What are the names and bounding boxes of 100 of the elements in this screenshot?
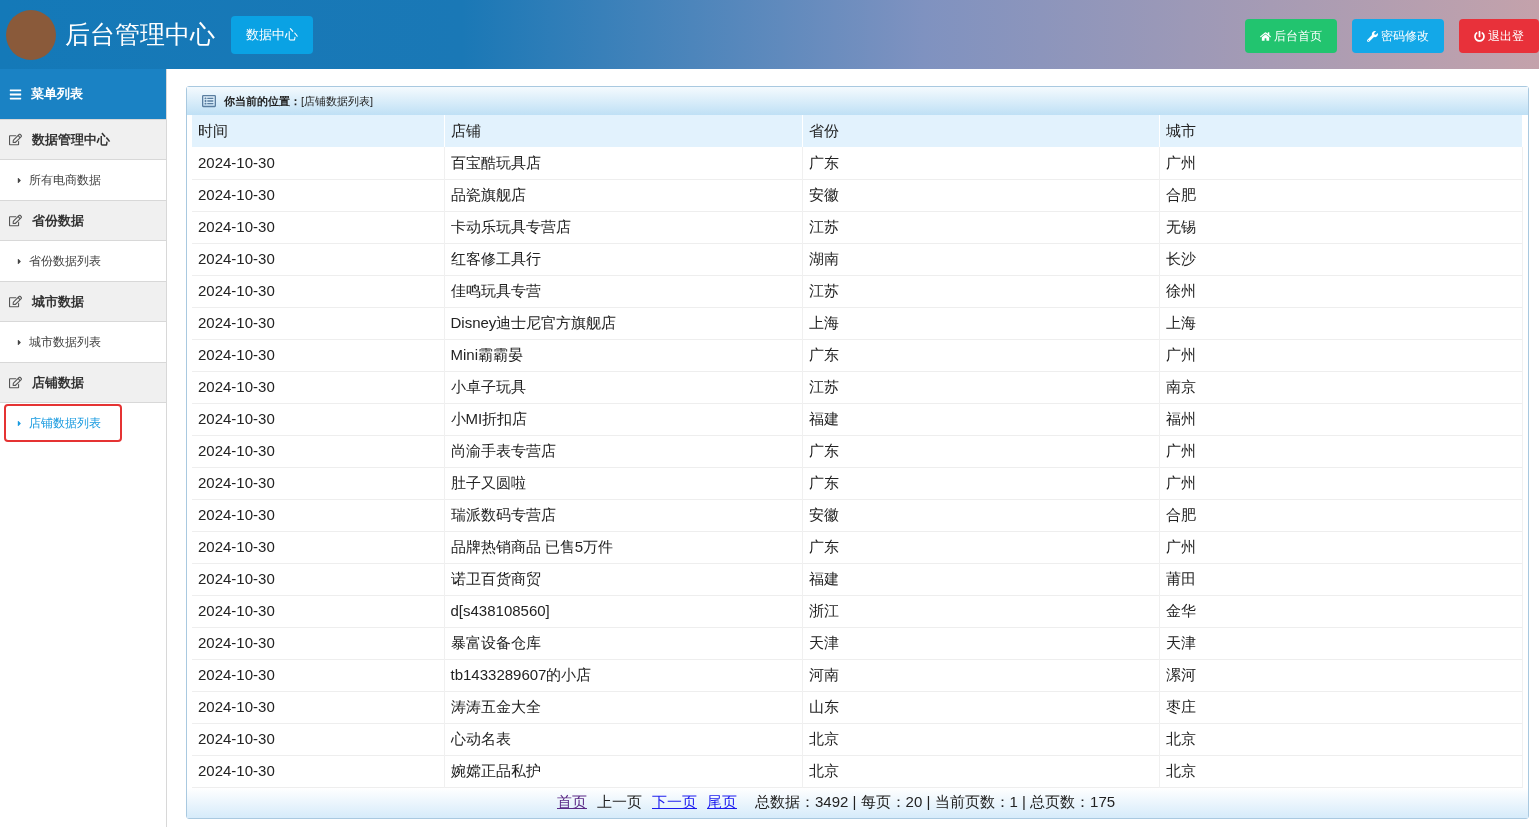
list-icon <box>202 94 216 108</box>
table-cell: 河南 <box>802 659 1159 691</box>
edit-icon <box>9 214 22 227</box>
table-cell: 2024-10-30 <box>192 307 444 339</box>
table-cell: 漯河 <box>1159 659 1523 691</box>
table-cell: 合肥 <box>1159 499 1523 531</box>
page-link[interactable]: 尾页 <box>707 791 737 814</box>
table-cell: 广州 <box>1159 147 1523 179</box>
table-cell: 小MI折扣店 <box>444 403 802 435</box>
caret-icon <box>15 337 24 347</box>
table-cell: 枣庄 <box>1159 691 1523 723</box>
edit-icon <box>9 295 22 308</box>
table-cell: 2024-10-30 <box>192 211 444 243</box>
page-link[interactable]: 上一页 <box>597 791 642 814</box>
table-cell: 肚子又圆啦 <box>444 467 802 499</box>
table-cell: 莆田 <box>1159 563 1523 595</box>
table-cell: 福州 <box>1159 403 1523 435</box>
table-cell: 2024-10-30 <box>192 179 444 211</box>
table-cell: 浙江 <box>802 595 1159 627</box>
menu-group[interactable]: 店铺数据 <box>0 362 166 403</box>
table-cell: 品瓷旗舰店 <box>444 179 802 211</box>
table-cell: 诺卫百货商贸 <box>444 563 802 595</box>
table-cell: 安徽 <box>802 179 1159 211</box>
caret-icon <box>15 175 24 185</box>
table-cell: 天津 <box>1159 627 1523 659</box>
page-summary: 总数据：3492 | 每页：20 | 当前页数：1 | 总页数：175 <box>755 792 1116 813</box>
table-cell: 2024-10-30 <box>192 563 444 595</box>
table-cell: 2024-10-30 <box>192 147 444 179</box>
column-header: 省份 <box>802 115 1159 147</box>
table-cell: 上海 <box>1159 307 1523 339</box>
table-cell: 上海 <box>802 307 1159 339</box>
table-cell: 广东 <box>802 531 1159 563</box>
table-cell: 暴富设备仓库 <box>444 627 802 659</box>
menu-group[interactable]: 城市数据 <box>0 281 166 322</box>
table-cell: 婉嫦正品私护 <box>444 755 802 787</box>
table-cell: 百宝酷玩具店 <box>444 147 802 179</box>
table-cell: 瑞派数码专营店 <box>444 499 802 531</box>
breadcrumb: 你当前的位置： <box>224 93 301 109</box>
table-cell: 2024-10-30 <box>192 467 444 499</box>
table-cell: 广东 <box>802 435 1159 467</box>
menu-item[interactable]: 省份数据列表 <box>4 242 122 280</box>
table-cell: 湖南 <box>802 243 1159 275</box>
logout-button[interactable]: 退出登 <box>1459 19 1539 53</box>
caret-icon <box>15 256 24 266</box>
caret-icon <box>15 418 24 428</box>
table-cell: 2024-10-30 <box>192 435 444 467</box>
table-cell: 广东 <box>802 467 1159 499</box>
table-cell: 小卓子玩具 <box>444 371 802 403</box>
table-cell: 涛涛五金大全 <box>444 691 802 723</box>
column-header: 城市 <box>1159 115 1523 147</box>
table-cell: 山东 <box>802 691 1159 723</box>
app-title: 后台管理中心 <box>65 18 215 50</box>
table-cell: 金华 <box>1159 595 1523 627</box>
table-cell: 卡动乐玩具专营店 <box>444 211 802 243</box>
table-cell: 广州 <box>1159 339 1523 371</box>
column-header: 店铺 <box>444 115 802 147</box>
table-cell: Mini霸霸晏 <box>444 339 802 371</box>
wrench-icon <box>1367 30 1378 42</box>
table-cell: 北京 <box>1159 755 1523 787</box>
table-cell: 长沙 <box>1159 243 1523 275</box>
menu-icon <box>9 87 22 101</box>
table-cell: 合肥 <box>1159 179 1523 211</box>
table-cell: 无锡 <box>1159 211 1523 243</box>
table-cell: 江苏 <box>802 371 1159 403</box>
table-cell: Disney迪士尼官方旗舰店 <box>444 307 802 339</box>
table-cell: 2024-10-30 <box>192 371 444 403</box>
table-cell: 品牌热销商品 已售5万件 <box>444 531 802 563</box>
table-cell: 2024-10-30 <box>192 691 444 723</box>
table-cell: 2024-10-30 <box>192 243 444 275</box>
menu-group[interactable]: 数据管理中心 <box>0 119 166 160</box>
table-cell: 江苏 <box>802 275 1159 307</box>
table-cell: 广州 <box>1159 467 1523 499</box>
table-cell: 2024-10-30 <box>192 275 444 307</box>
column-header: 时间 <box>192 115 444 147</box>
table-cell: 2024-10-30 <box>192 499 444 531</box>
table-cell: 广东 <box>802 147 1159 179</box>
menu-item[interactable]: 所有电商数据 <box>4 161 122 199</box>
table-cell: 2024-10-30 <box>192 531 444 563</box>
menu-item[interactable]: 城市数据列表 <box>4 323 122 361</box>
menu-group[interactable]: 省份数据 <box>0 200 166 241</box>
table-cell: 安徽 <box>802 499 1159 531</box>
avatar <box>6 9 56 60</box>
table-cell: 2024-10-30 <box>192 595 444 627</box>
table-cell: 江苏 <box>802 211 1159 243</box>
table-cell: 福建 <box>802 403 1159 435</box>
table-cell: 红客修工具行 <box>444 243 802 275</box>
page-link[interactable]: 首页 <box>557 791 587 814</box>
table-cell: 南京 <box>1159 371 1523 403</box>
table-cell: 徐州 <box>1159 275 1523 307</box>
table-cell: 北京 <box>802 723 1159 755</box>
table-cell: 2024-10-30 <box>192 403 444 435</box>
table-cell: 尚渝手表专营店 <box>444 435 802 467</box>
table-cell: tb1433289607的小店 <box>444 659 802 691</box>
table-cell: 2024-10-30 <box>192 659 444 691</box>
table-cell: 2024-10-30 <box>192 723 444 755</box>
edit-icon <box>9 376 22 389</box>
page-link[interactable]: 下一页 <box>652 791 697 814</box>
edit-icon <box>9 133 22 146</box>
power-icon <box>1474 30 1485 42</box>
table-cell: 福建 <box>802 563 1159 595</box>
